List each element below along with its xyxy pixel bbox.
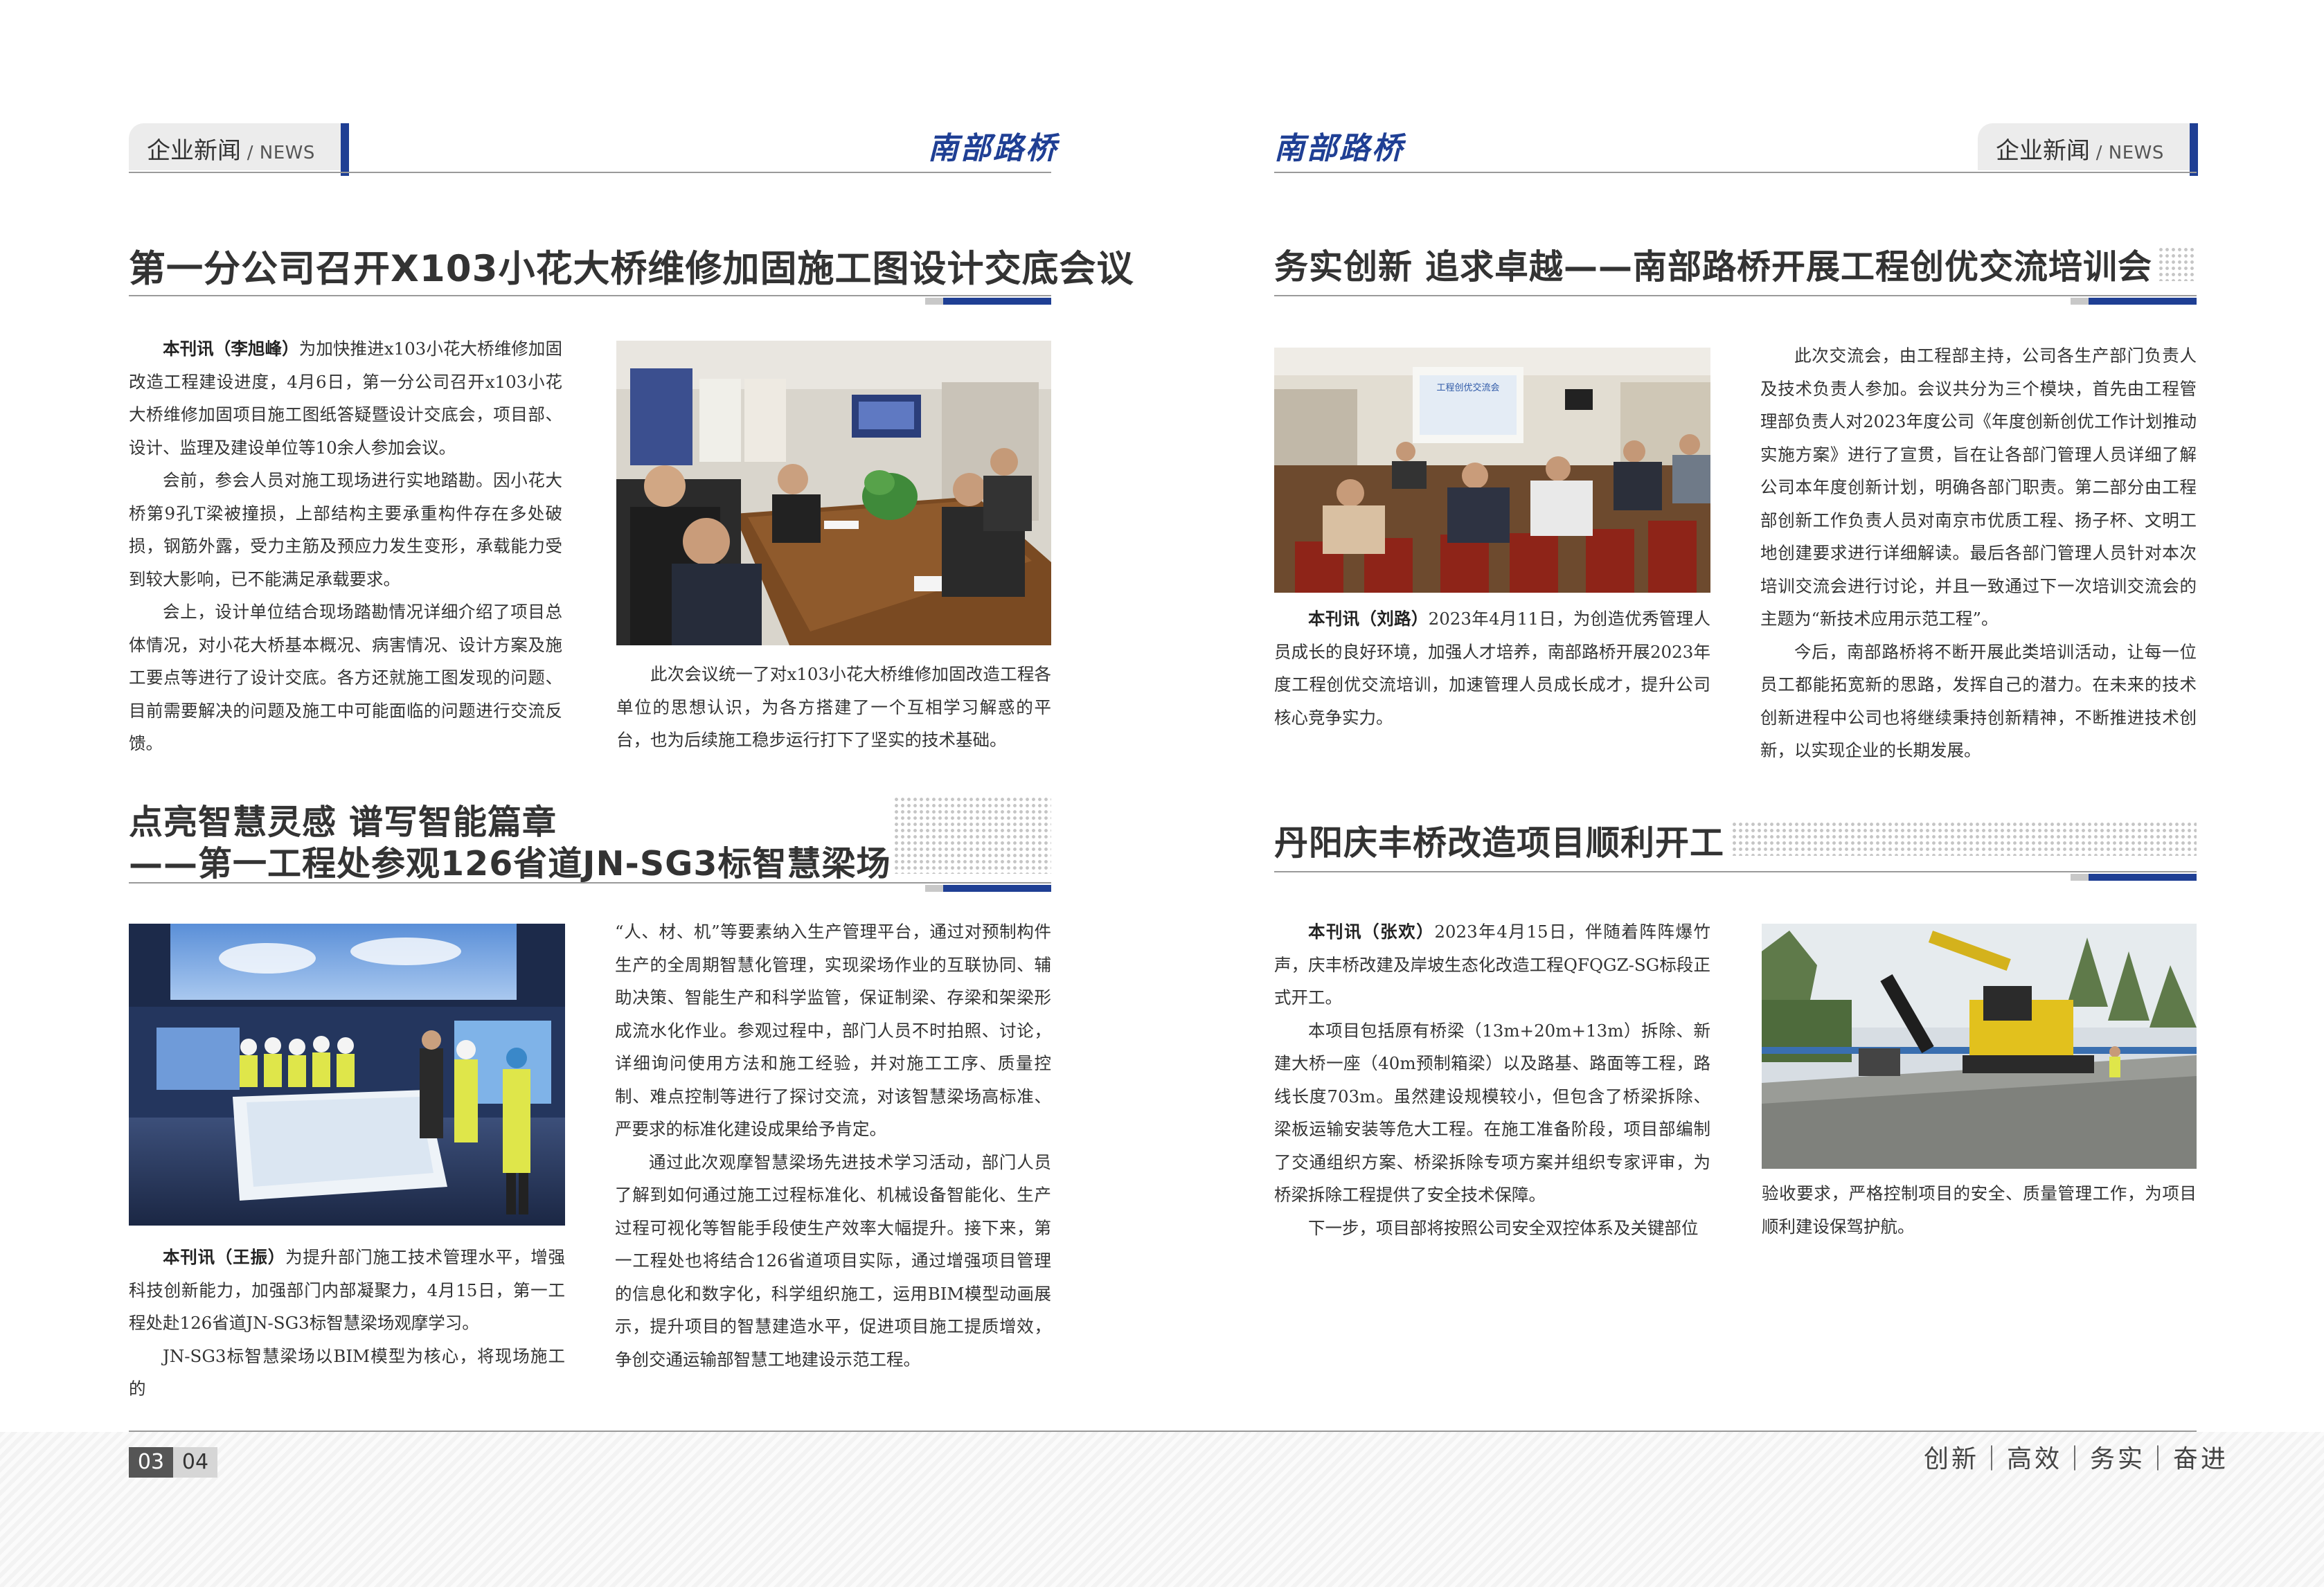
page-number-left: 03 xyxy=(129,1447,173,1478)
footer-slogan: 创新｜高效｜务实｜奋进 xyxy=(1924,1445,2229,1473)
footer-rule xyxy=(129,1431,2197,1432)
header-rule-right xyxy=(1274,172,2197,173)
title-rule xyxy=(1274,295,2197,296)
bridge-construction-photo xyxy=(1762,924,2197,1169)
title-dot-pattern xyxy=(1731,821,2197,856)
section-label: 企业新闻 / NEWS xyxy=(1996,137,2164,165)
article-body-cont: 此次交流会，由工程部主持，公司各生产部门负责人及技术负责人参加。会议共分为三个模… xyxy=(1760,346,2197,760)
article-body: 本刊讯（刘路）2023年4月11日，为创造优秀管理人员成长的良好环境，加强人才培… xyxy=(1274,609,1710,728)
section-accent-bar xyxy=(341,123,349,176)
header-rule-left xyxy=(129,172,1051,173)
article-title: 第一分公司召开X103小花大桥维修加固施工图设计交底会议 xyxy=(129,248,1134,290)
title-rule-accent xyxy=(943,885,1051,892)
title-rule-accent xyxy=(2089,874,2197,881)
title-dot-pattern xyxy=(893,796,1051,874)
title-rule xyxy=(129,295,1051,296)
section-tab-right: 企业新闻 / NEWS xyxy=(1978,123,2198,176)
section-label: 企业新闻 / NEWS xyxy=(147,137,315,165)
meeting-photo xyxy=(616,341,1051,645)
article-body-cont: “人、材、机”等要素纳入生产管理平台，通过对预制构件生产的全周期智慧化管理，实现… xyxy=(615,922,1051,1370)
title-rule xyxy=(129,882,1051,884)
title-dot-pattern xyxy=(2158,246,2197,281)
article-body-cont: 此次会议统一了对x103小花大桥维修加固改造工程各单位的思想认识，为各方搭建了一… xyxy=(616,664,1051,750)
title-rule-accent xyxy=(2089,298,2197,305)
title-rule-grey xyxy=(2071,874,2089,881)
section-accent-bar xyxy=(2190,123,2198,176)
title-rule-grey xyxy=(925,885,943,892)
section-tab-left: 企业新闻 / NEWS xyxy=(129,123,349,176)
training-meeting-photo: 工程创优交流会 xyxy=(1274,348,1710,593)
page-number-right: 04 xyxy=(173,1447,217,1478)
article-subtitle: ——第一工程处参观126省道JN-SG3标智慧梁场 xyxy=(129,844,891,884)
title-rule-grey xyxy=(925,298,943,305)
article-body: 本刊讯（王振）为提升部门施工技术管理水平，增强科技创新能力，加强部门内部凝聚力，… xyxy=(129,1247,566,1399)
brand-logo-left: 南部路桥 xyxy=(928,131,1058,166)
article-body: 本刊讯（李旭峰）为加快推进x103小花大桥维修加固改造工程建设进度，4月6日，第… xyxy=(129,339,562,753)
title-rule xyxy=(1274,871,2197,872)
screen-title: 工程创优交流会 xyxy=(1436,382,1499,393)
article-title: 丹阳庆丰桥改造项目顺利开工 xyxy=(1274,823,1725,863)
brand-logo-right: 南部路桥 xyxy=(1274,131,1404,166)
article-body: 本刊讯（张欢）2023年4月15日，伴随着阵阵爆竹声，庆丰桥改建及岸坡生态化改造… xyxy=(1274,922,1710,1238)
title-rule-grey xyxy=(2071,298,2089,305)
article-title: 务实创新 追求卓越——南部路桥开展工程创优交流培训会 xyxy=(1274,247,2153,287)
article-body-cont: 验收要求，严格控制项目的安全、质量管理工作，为项目顺利建设保驾护航。 xyxy=(1762,1183,2197,1237)
title-rule-accent xyxy=(943,298,1051,305)
smart-beam-yard-photo xyxy=(129,924,565,1226)
